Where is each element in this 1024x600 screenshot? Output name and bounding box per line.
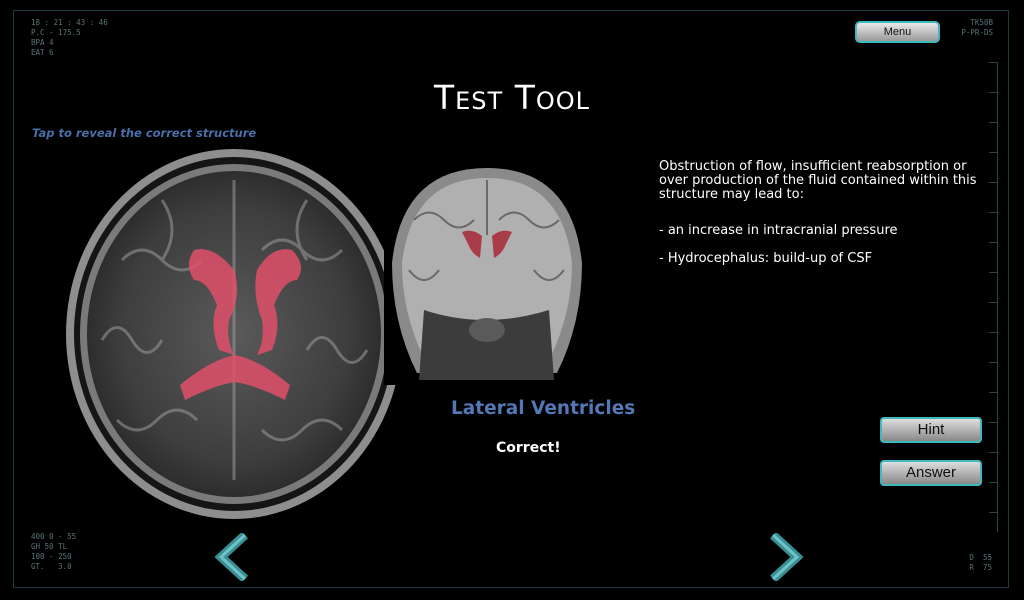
answer-button[interactable]: Answer [880, 460, 982, 486]
feedback-text: Correct! [496, 440, 561, 456]
instruction-text: Tap to reveal the correct structure [32, 126, 257, 140]
title-initial-1: T [433, 78, 456, 117]
title-initial-2: T [514, 78, 536, 117]
info-point: - an increase in intracranial pressure [659, 223, 898, 238]
hint-button[interactable]: Hint [880, 417, 982, 443]
chevron-right-icon[interactable] [767, 533, 803, 581]
structure-name: Lateral Ventricles [451, 398, 636, 419]
hud-top-left: 18 : 21 : 43 : 46 P.C - 175.5 BPA 4 EAT … [31, 18, 108, 57]
chevron-left-icon[interactable] [215, 533, 251, 581]
info-point: - Hydrocephalus: build-up of CSF [659, 251, 873, 266]
info-intro: Obstruction of flow, insufficient reabso… [659, 159, 977, 202]
hud-bottom-right: D 55 R 75 [969, 553, 992, 572]
page-title: TEST TOOL [0, 78, 1024, 117]
hud-top-right: TK50B P-PR-DS [961, 18, 993, 37]
scale-ticks [987, 62, 998, 532]
hud-bottom-left: 400 0 - 55 GH 50 TL 100 - 250 GT. 3.0 [31, 532, 77, 571]
info-panel: Obstruction of flow, insufficient reabso… [659, 160, 989, 266]
axial-mri-image[interactable] [62, 140, 414, 525]
coronal-mri-image[interactable] [384, 160, 591, 385]
menu-button[interactable]: Menu [855, 21, 940, 43]
title-rest-1: EST [455, 87, 504, 115]
title-rest-2: OOL [535, 87, 591, 115]
